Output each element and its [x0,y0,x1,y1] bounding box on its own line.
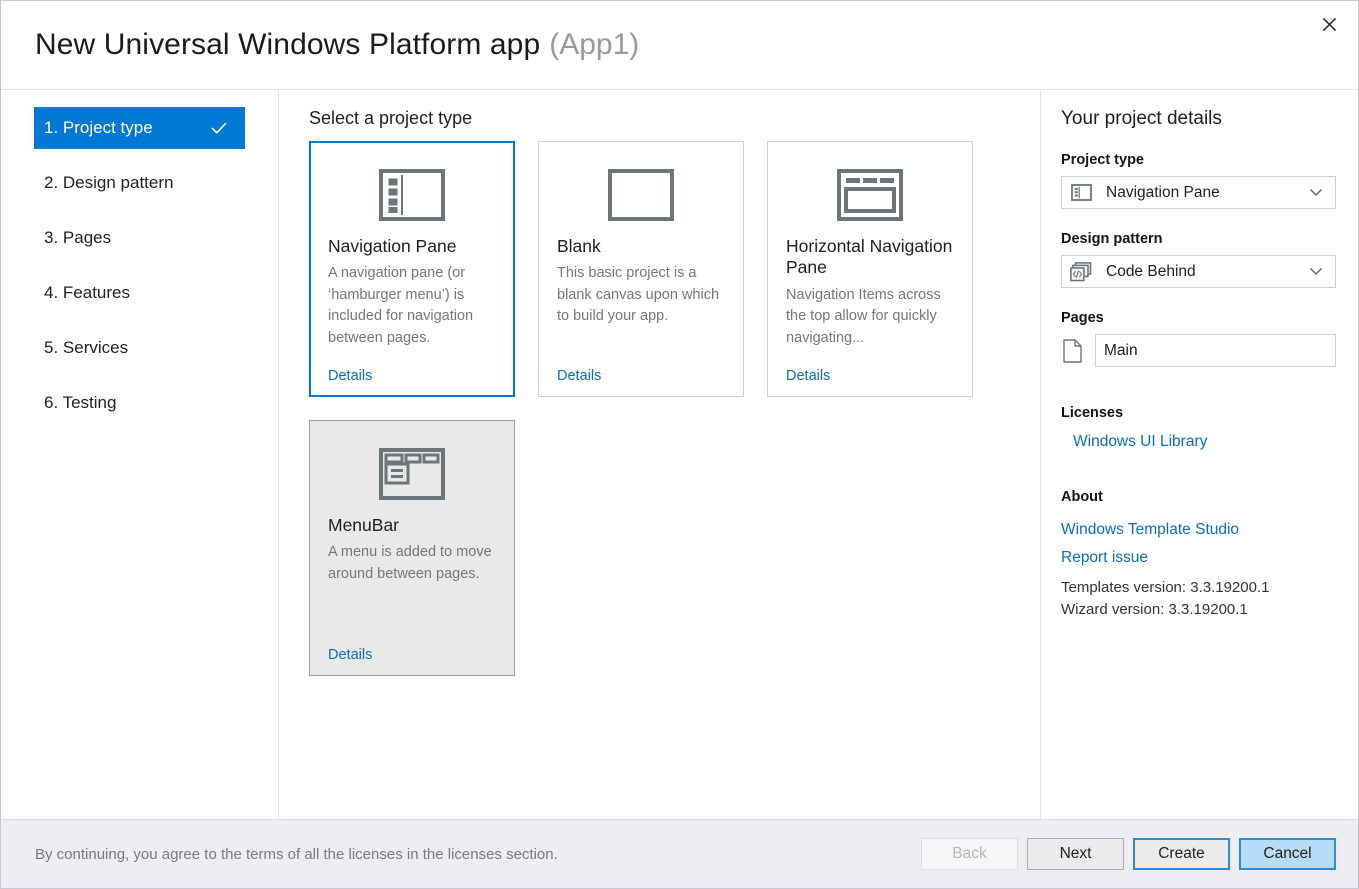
dialog-body: 1. Project type 2. Design pattern 3. Pag… [1,89,1358,819]
project-type-value: Navigation Pane [1106,183,1220,201]
app-name-label: (App1) [549,28,640,61]
combo-icon-wrapper [1070,261,1092,283]
card-details-link[interactable]: Details [328,368,496,384]
project-type-label: Project type [1061,152,1144,168]
wizard-version-label: Wizard version: 3.3.19200.1 [1061,600,1248,618]
chevron-down-icon [1310,268,1322,275]
project-type-card-horizontal-navigation-pane[interactable]: Horizontal Navigation Pane Navigation It… [767,141,973,397]
page-icon-wrapper [1061,338,1083,363]
close-icon [1322,17,1336,31]
project-type-card-grid: Navigation Pane A navigation pane (or ‘h… [309,141,1040,676]
card-details-link[interactable]: Details [328,647,496,663]
next-button[interactable]: Next [1027,838,1124,870]
blank-page-icon [608,169,674,221]
back-button[interactable]: Back [921,838,1018,870]
sidebar-item-services[interactable]: 5. Services [34,327,245,369]
card-description: A menu is added to move around between p… [328,544,492,582]
project-type-card-navigation-pane[interactable]: Navigation Pane A navigation pane (or ‘h… [309,141,515,397]
create-button[interactable]: Create [1133,838,1230,870]
card-title: Blank [557,236,601,256]
checkmark-icon [211,122,227,134]
sidebar-item-label: 2. Design pattern [44,173,174,192]
details-panel-heading: Your project details [1061,108,1222,129]
sidebar-item-project-type[interactable]: 1. Project type [34,107,245,149]
sidebar-item-label: 5. Services [44,338,129,357]
licenses-label: Licenses [1061,405,1124,421]
section-heading: Select a project type [309,108,473,128]
chevron-down-icon [1310,189,1322,196]
about-label: About [1061,489,1103,505]
navigation-pane-icon [1070,184,1092,201]
sidebar-item-label: 4. Features [44,283,130,302]
card-title: Navigation Pane [328,236,457,256]
design-pattern-value: Code Behind [1106,262,1196,280]
code-behind-icon [1070,261,1092,281]
new-uwp-app-dialog: New Universal Windows Platform app (App1… [0,0,1359,889]
about-link-windows-template-studio[interactable]: Windows Template Studio [1061,521,1336,539]
card-icon-wrapper [328,158,496,232]
terms-note: By continuing, you agree to the terms of… [35,845,558,863]
page-document-icon [1062,338,1082,363]
dialog-footer: By continuing, you agree to the terms of… [1,819,1358,888]
sidebar-item-design-pattern[interactable]: 2. Design pattern [34,162,245,204]
sidebar-item-label: 6. Testing [44,393,117,412]
card-title: MenuBar [328,515,400,535]
page-list-item[interactable] [1061,334,1336,367]
card-icon-wrapper [786,158,954,232]
page-title: New Universal Windows Platform app [35,28,541,61]
sidebar-item-pages[interactable]: 3. Pages [34,217,245,259]
combo-icon-wrapper [1070,182,1092,204]
wizard-step-sidebar: 1. Project type 2. Design pattern 3. Pag… [1,90,279,819]
sidebar-item-label: 1. Project type [44,118,153,137]
sidebar-item-label: 3. Pages [44,228,112,247]
card-description: A navigation pane (or ‘hamburger menu’) … [328,265,474,346]
card-details-link[interactable]: Details [557,368,725,384]
about-link-report-issue[interactable]: Report issue [1061,549,1336,567]
license-link-windows-ui-library[interactable]: Windows UI Library [1073,433,1336,451]
horizontal-navigation-pane-icon [837,169,903,221]
design-pattern-label: Design pattern [1061,231,1163,247]
close-button[interactable] [1306,5,1352,43]
menubar-icon [379,448,445,500]
project-type-selection-panel: Select a project type Navigation Pane A … [279,90,1041,819]
card-icon-wrapper [557,158,725,232]
card-description: Navigation Items across the top allow fo… [786,286,941,346]
project-details-panel: Your project details Project type Naviga… [1041,90,1358,819]
dialog-titlebar: New Universal Windows Platform app (App1… [1,1,1358,89]
card-details-link[interactable]: Details [786,368,954,384]
pages-label: Pages [1061,310,1104,326]
cancel-button[interactable]: Cancel [1239,838,1336,870]
sidebar-item-testing[interactable]: 6. Testing [34,382,245,424]
page-name-input[interactable] [1095,334,1336,367]
footer-button-group: Back Next Create Cancel [921,838,1336,870]
sidebar-item-features[interactable]: 4. Features [34,272,245,314]
card-description: This basic project is a blank canvas upo… [557,265,720,325]
navigation-pane-icon [379,169,445,221]
project-type-dropdown[interactable]: Navigation Pane [1061,176,1336,209]
project-type-card-blank[interactable]: Blank This basic project is a blank canv… [538,141,744,397]
project-type-card-menubar[interactable]: MenuBar A menu is added to move around b… [309,420,515,676]
design-pattern-dropdown[interactable]: Code Behind [1061,255,1336,288]
templates-version-label: Templates version: 3.3.19200.1 [1061,579,1270,596]
card-icon-wrapper [328,437,496,511]
card-title: Horizontal Navigation Pane [786,236,953,278]
